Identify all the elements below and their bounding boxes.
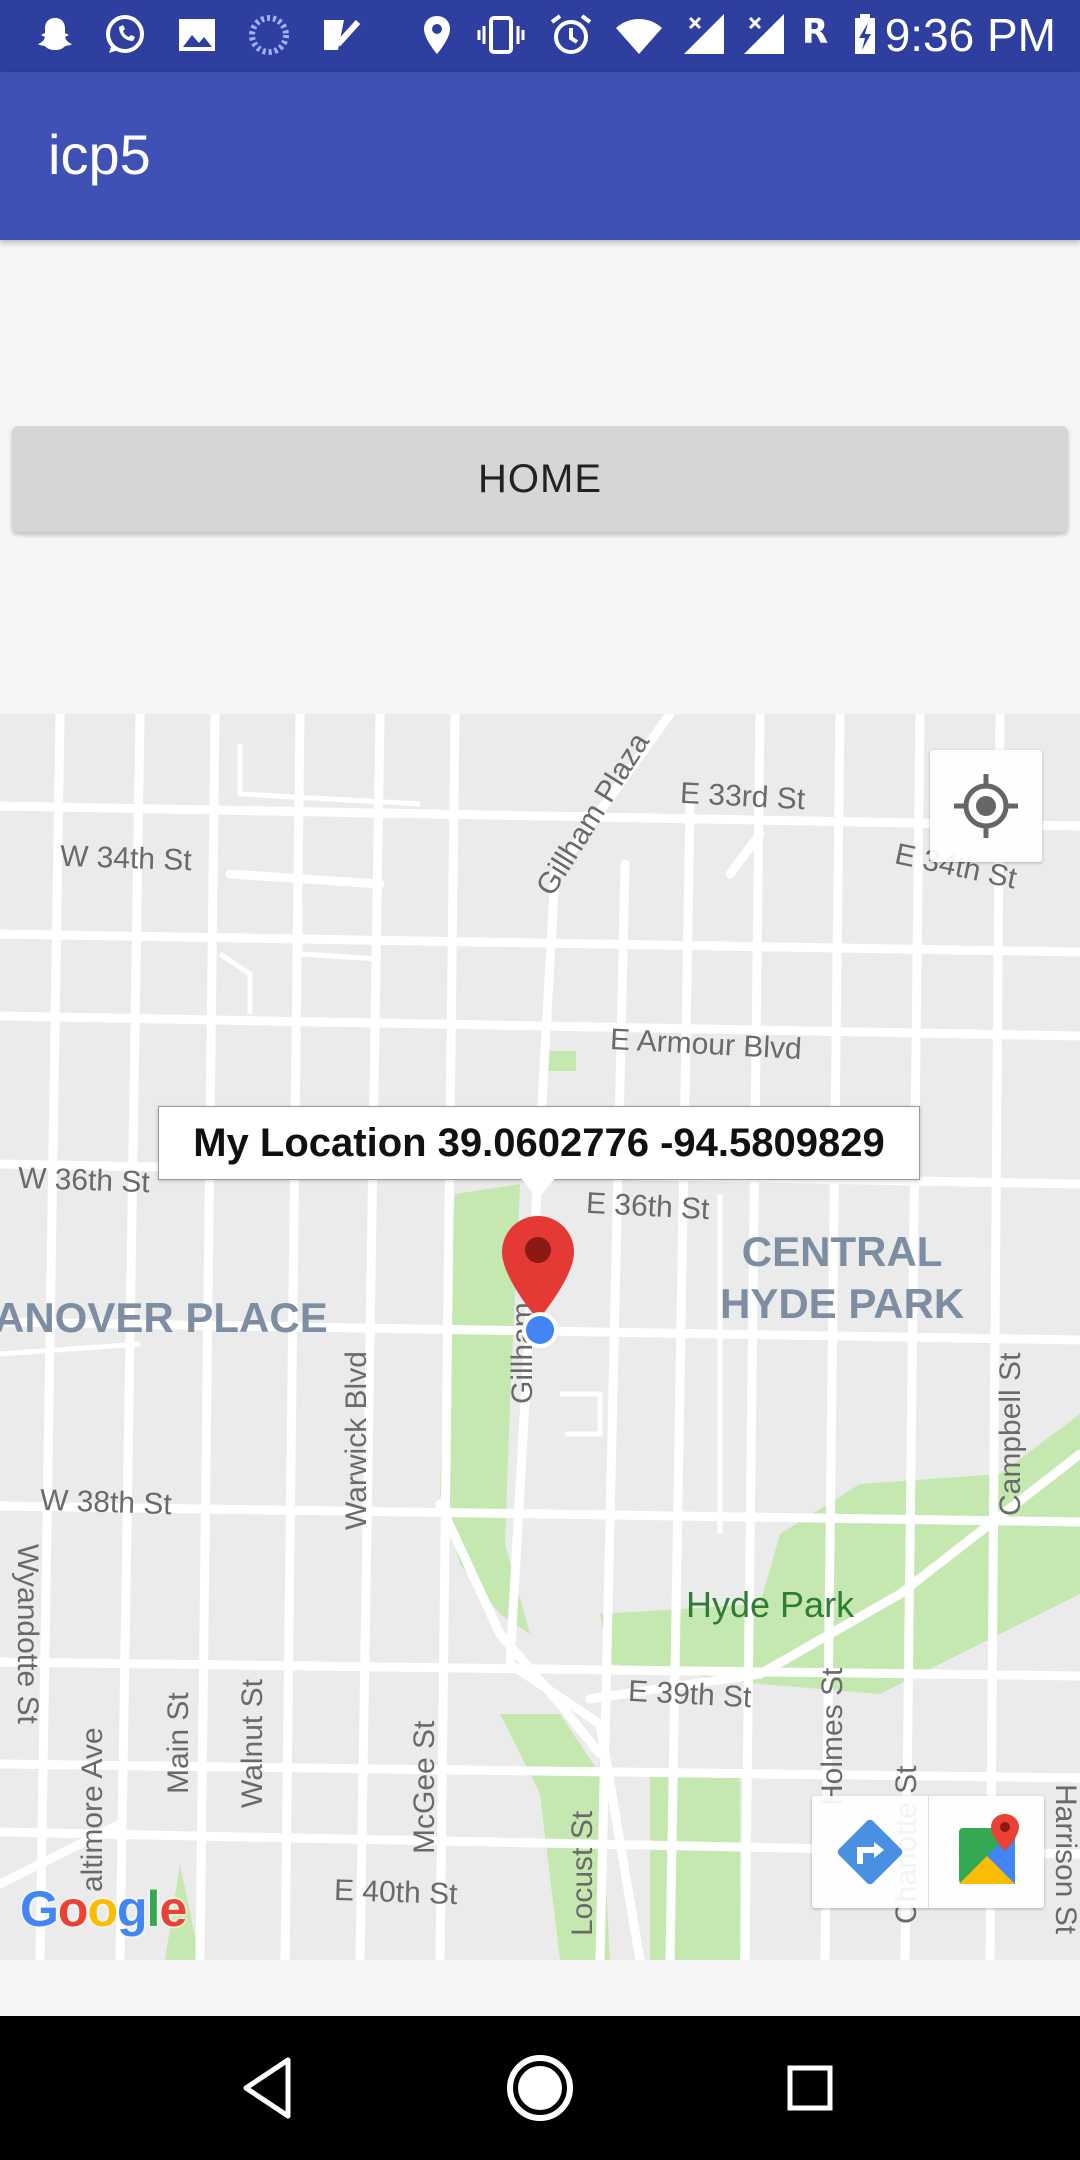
street-label: Wyandotte St bbox=[11, 1544, 44, 1724]
info-window-pointer bbox=[520, 1177, 556, 1199]
my-location-button[interactable] bbox=[930, 750, 1042, 862]
signal-icon bbox=[744, 14, 784, 54]
street-label: McGee St bbox=[408, 1720, 441, 1854]
marker-info-window[interactable]: My Location 39.0602776 -94.5809829 bbox=[158, 1106, 920, 1180]
gallery-icon bbox=[179, 19, 215, 51]
google-logo: Google bbox=[20, 1880, 187, 1938]
street-label: Warwick Blvd bbox=[340, 1351, 373, 1530]
street-label: Campbell St bbox=[994, 1352, 1027, 1516]
loading-icon bbox=[249, 15, 289, 55]
battery-charging-icon bbox=[855, 14, 875, 54]
street-label: E 39th St bbox=[627, 1674, 753, 1715]
whatsapp-icon bbox=[106, 15, 144, 53]
map-toolbar bbox=[812, 1796, 1044, 1908]
park-label: Hyde Park bbox=[686, 1584, 855, 1625]
status-bar: R 9:36 PM bbox=[0, 0, 1080, 72]
back-icon[interactable] bbox=[228, 2046, 312, 2130]
recents-icon[interactable] bbox=[768, 2046, 852, 2130]
clock: 9:36 PM bbox=[884, 9, 1056, 61]
my-location-dot bbox=[522, 1312, 558, 1348]
roaming-badge: R bbox=[802, 12, 829, 52]
directions-icon bbox=[837, 1819, 903, 1885]
crosshair-icon bbox=[954, 774, 1018, 838]
alarm-icon bbox=[550, 14, 592, 54]
neighborhood-label-line: HYDE PARK bbox=[720, 1280, 965, 1327]
google-logo-letter: o bbox=[87, 1881, 118, 1937]
navigation-bar bbox=[0, 2016, 1080, 2160]
google-logo-letter: g bbox=[117, 1881, 148, 1937]
app-bar: icp5 bbox=[0, 72, 1080, 240]
street-label: Harrison St bbox=[1049, 1784, 1080, 1935]
street-label: Locust St bbox=[566, 1810, 599, 1936]
signal-icon bbox=[684, 14, 724, 54]
open-in-maps-button[interactable] bbox=[927, 1796, 1045, 1908]
google-logo-letter: l bbox=[146, 1881, 161, 1937]
vibrate-icon bbox=[477, 16, 525, 54]
street-label: Walnut St bbox=[236, 1679, 269, 1808]
google-logo-letter: e bbox=[159, 1881, 187, 1937]
street-label: W 36th St bbox=[17, 1161, 151, 1200]
street-label: W 34th St bbox=[59, 839, 193, 878]
street-label: Main St bbox=[162, 1692, 195, 1794]
google-logo-letter: G bbox=[20, 1881, 59, 1937]
street-label: E 40th St bbox=[333, 1873, 458, 1912]
street-label: E 33rd St bbox=[679, 776, 806, 817]
snapchat-icon bbox=[38, 18, 72, 50]
neighborhood-label: CENTRAL HYDE PARK bbox=[720, 1226, 964, 1330]
street-label: E 36th St bbox=[585, 1186, 711, 1227]
google-logo-letter: o bbox=[57, 1881, 89, 1937]
street-label: Holmes St bbox=[816, 1667, 849, 1806]
neighborhood-label-line: CENTRAL bbox=[741, 1228, 943, 1275]
google-maps-icon bbox=[958, 1814, 1019, 1884]
neighborhood-label: ANOVER PLACE bbox=[0, 1294, 328, 1341]
map-view[interactable]: E 33rd St W 34th St E 34th St Gillham Pl… bbox=[0, 714, 1080, 1960]
app-title: icp5 bbox=[48, 123, 151, 186]
location-icon bbox=[424, 16, 450, 54]
street-label: W 38th St bbox=[39, 1483, 173, 1522]
home-circle-icon[interactable] bbox=[498, 2046, 582, 2130]
home-button[interactable]: HOME bbox=[12, 426, 1068, 532]
tasks-icon bbox=[324, 19, 361, 50]
directions-button[interactable] bbox=[812, 1796, 928, 1908]
street-label: altimore Ave bbox=[76, 1727, 109, 1892]
wifi-icon bbox=[616, 19, 662, 54]
